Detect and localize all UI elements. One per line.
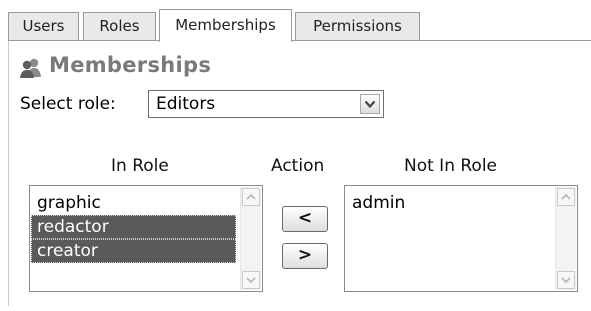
not-in-role-listbox[interactable]: admin bbox=[344, 185, 578, 292]
role-select-value: Editors bbox=[156, 94, 216, 114]
in-role-listbox[interactable]: graphic redactor creator bbox=[29, 185, 263, 292]
action-header: Action bbox=[271, 156, 325, 176]
users-group-icon bbox=[19, 57, 43, 79]
not-in-role-scrollbar[interactable] bbox=[555, 187, 576, 290]
list-item-graphic[interactable]: graphic bbox=[31, 191, 236, 215]
tab-users[interactable]: Users bbox=[8, 12, 79, 40]
role-select[interactable]: Editors bbox=[148, 90, 384, 118]
panel-left-border bbox=[8, 41, 9, 306]
tab-roles[interactable]: Roles bbox=[83, 12, 156, 40]
remove-from-role-button[interactable]: > bbox=[282, 243, 328, 269]
scroll-up-icon[interactable] bbox=[242, 188, 260, 206]
chevron-down-icon[interactable] bbox=[360, 94, 380, 114]
list-item-redactor[interactable]: redactor bbox=[31, 215, 236, 239]
add-to-role-button[interactable]: < bbox=[282, 206, 328, 232]
page-title: Memberships bbox=[49, 53, 212, 77]
in-role-header: In Role bbox=[111, 156, 169, 176]
scroll-down-icon[interactable] bbox=[242, 271, 260, 289]
list-item-admin[interactable]: admin bbox=[346, 191, 551, 215]
select-role-label: Select role: bbox=[20, 94, 116, 114]
tab-bar: Users Roles Memberships Permissions bbox=[8, 9, 591, 42]
scroll-up-icon[interactable] bbox=[557, 188, 575, 206]
list-item-creator[interactable]: creator bbox=[31, 239, 236, 263]
not-in-role-header: Not In Role bbox=[404, 156, 498, 176]
in-role-scrollbar[interactable] bbox=[240, 187, 261, 290]
tab-permissions[interactable]: Permissions bbox=[295, 12, 420, 40]
scroll-down-icon[interactable] bbox=[557, 271, 575, 289]
tab-memberships[interactable]: Memberships bbox=[159, 9, 292, 42]
tab-bar-baseline bbox=[8, 40, 591, 41]
